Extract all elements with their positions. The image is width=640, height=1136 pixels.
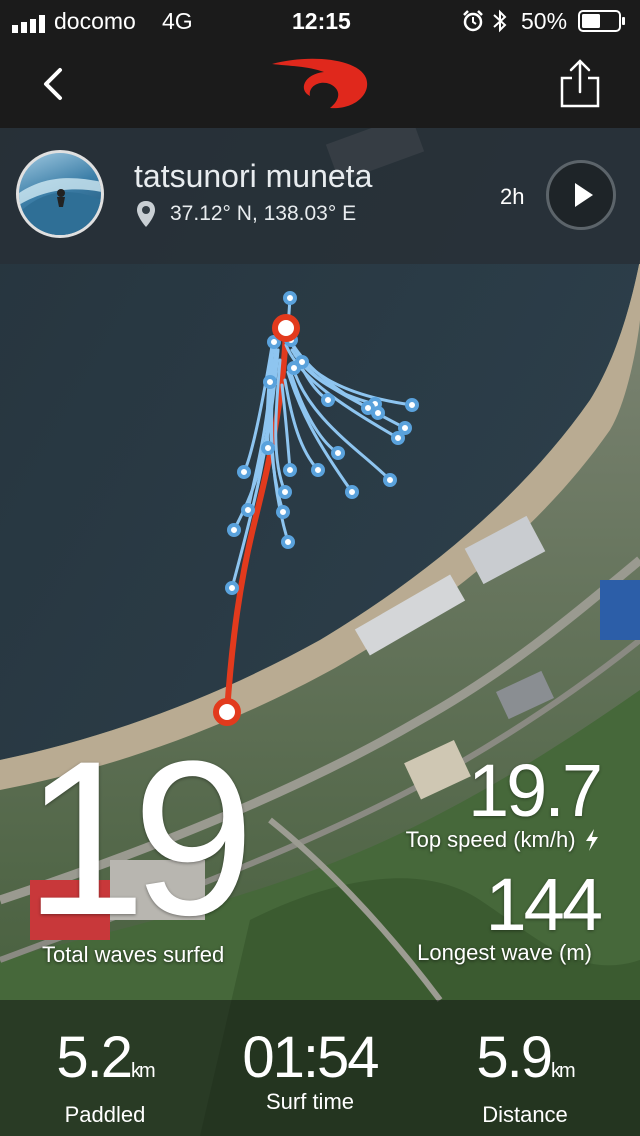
network-type: 4G: [162, 8, 193, 34]
total-waves-label: Total waves surfed: [42, 942, 225, 967]
lightning-icon: [584, 829, 600, 856]
total-waves-value: 19: [24, 715, 255, 961]
paddled-label: Paddled: [64, 1102, 146, 1127]
play-button[interactable]: [546, 160, 616, 230]
location-coordinates: 37.12° N, 138.03° E: [170, 202, 357, 225]
play-icon: [575, 183, 593, 207]
distance-stat: 5.9km Distance: [420, 1025, 630, 1128]
chevron-left-icon: [44, 68, 62, 100]
battery-percent: 50%: [521, 8, 568, 34]
longest-wave-label: Longest wave (m): [417, 940, 592, 965]
distance-label: Distance: [482, 1102, 568, 1127]
paddled-stat: 5.2km Paddled: [0, 1025, 210, 1128]
battery-icon: [578, 10, 626, 38]
paddled-unit: km: [130, 1060, 156, 1082]
location-pin-icon: [136, 200, 156, 233]
bluetooth-icon: [492, 9, 508, 39]
share-icon: [560, 59, 600, 108]
surf-time-label: Surf time: [265, 1089, 355, 1114]
top-speed-row: Top speed (km/h): [406, 827, 600, 856]
top-speed-value: 19.7: [467, 749, 603, 832]
alarm-icon: [462, 10, 484, 38]
status-bar: docomo 4G 12:15 50%: [0, 0, 640, 40]
rip-curl-logo: [268, 54, 372, 119]
paddled-value: 5.2: [56, 1025, 133, 1090]
session-duration: 2h: [500, 184, 525, 209]
share-button[interactable]: [556, 58, 604, 110]
avatar[interactable]: [16, 150, 104, 238]
track-end-marker: [272, 314, 300, 342]
signal-icon: [12, 12, 48, 39]
building: [600, 580, 640, 640]
surf-time-value: 01:54: [242, 1025, 379, 1090]
distance-unit: km: [550, 1060, 576, 1082]
nav-bar: [0, 40, 640, 128]
session-header: tatsunori muneta 37.12° N, 138.03° E 2h: [0, 128, 640, 264]
clock: 12:15: [292, 8, 351, 34]
surfer-name: tatsunori muneta: [134, 158, 373, 194]
surf-time-stat: 01:54 Surf time: [205, 1025, 415, 1115]
carrier-label: docomo: [54, 8, 136, 34]
top-speed-label: Top speed (km/h): [405, 827, 576, 852]
longest-wave-value: 144: [485, 863, 603, 946]
back-button[interactable]: [38, 64, 74, 104]
distance-value: 5.9: [476, 1025, 553, 1090]
